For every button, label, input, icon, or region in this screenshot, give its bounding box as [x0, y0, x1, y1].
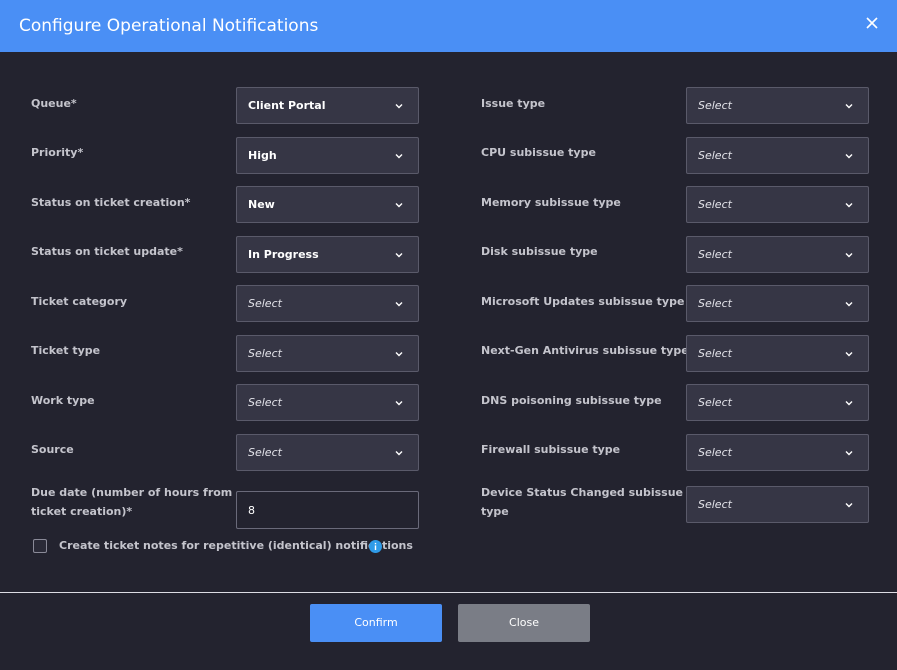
device-status-subissue-select[interactable]: Select	[686, 486, 869, 523]
status-creation-label: Status on ticket creation*	[31, 196, 191, 209]
dialog-header: Configure Operational Notifications	[0, 0, 897, 52]
footer-divider	[0, 592, 897, 593]
due-date-input[interactable]	[236, 491, 419, 529]
cpu-subissue-select[interactable]: Select	[686, 137, 869, 174]
repetitive-notes-checkbox[interactable]	[33, 539, 47, 553]
disk-subissue-select[interactable]: Select	[686, 236, 869, 273]
firewall-subissue-value: Select	[698, 446, 732, 459]
disk-subissue-label: Disk subissue type	[481, 245, 598, 258]
chevron-down-icon	[395, 203, 403, 208]
chevron-down-icon	[845, 104, 853, 109]
confirm-button[interactable]: Confirm	[310, 604, 442, 642]
queue-select[interactable]: Client Portal	[236, 87, 419, 124]
dns-poisoning-subissue-label: DNS poisoning subissue type	[481, 394, 662, 407]
ticket-type-select[interactable]: Select	[236, 335, 419, 372]
chevron-down-icon	[845, 451, 853, 456]
source-select[interactable]: Select	[236, 434, 419, 471]
device-status-subissue-value: Select	[698, 498, 732, 511]
device-status-label-line2: type	[481, 505, 509, 518]
ticket-type-label: Ticket type	[31, 344, 101, 357]
cpu-subissue-label: CPU subissue type	[481, 146, 596, 159]
chevron-down-icon	[395, 154, 403, 159]
due-date-label-line1: Due date (number of hours from	[31, 486, 233, 499]
chevron-down-icon	[395, 104, 403, 109]
chevron-down-icon	[845, 203, 853, 208]
source-label: Source	[31, 443, 74, 456]
work-type-value: Select	[248, 396, 282, 409]
priority-label: Priority*	[31, 146, 84, 159]
chevron-down-icon	[845, 503, 853, 508]
memory-subissue-label: Memory subissue type	[481, 196, 621, 209]
issue-type-label: Issue type	[481, 97, 546, 110]
work-type-select[interactable]: Select	[236, 384, 419, 421]
dns-poisoning-subissue-select[interactable]: Select	[686, 384, 869, 421]
queue-value: Client Portal	[248, 99, 326, 112]
chevron-down-icon	[845, 253, 853, 258]
chevron-down-icon	[845, 401, 853, 406]
info-icon[interactable]	[369, 540, 382, 553]
chevron-down-icon	[845, 154, 853, 159]
chevron-down-icon	[845, 352, 853, 357]
issue-type-select[interactable]: Select	[686, 87, 869, 124]
ticket-category-value: Select	[248, 297, 282, 310]
work-type-label: Work type	[31, 394, 95, 407]
priority-value: High	[248, 149, 277, 162]
firewall-subissue-label: Firewall subissue type	[481, 443, 621, 456]
status-creation-select[interactable]: New	[236, 186, 419, 223]
repetitive-notes-label: Create ticket notes for repetitive (iden…	[59, 539, 413, 552]
antivirus-subissue-value: Select	[698, 347, 732, 360]
memory-subissue-value: Select	[698, 198, 732, 211]
status-update-value: In Progress	[248, 248, 319, 261]
firewall-subissue-select[interactable]: Select	[686, 434, 869, 471]
configure-notifications-dialog: Configure Operational Notifications Queu…	[0, 0, 897, 670]
cpu-subissue-value: Select	[698, 149, 732, 162]
antivirus-subissue-label: Next-Gen Antivirus subissue type	[481, 344, 689, 357]
close-button[interactable]: Close	[458, 604, 590, 642]
device-status-label-line1: Device Status Changed subissue	[481, 486, 684, 499]
source-value: Select	[248, 446, 282, 459]
chevron-down-icon	[845, 302, 853, 307]
microsoft-updates-subissue-select[interactable]: Select	[686, 285, 869, 322]
chevron-down-icon	[395, 451, 403, 456]
chevron-down-icon	[395, 253, 403, 258]
dialog-title: Configure Operational Notifications	[19, 16, 319, 36]
dns-poisoning-subissue-value: Select	[698, 396, 732, 409]
antivirus-subissue-select[interactable]: Select	[686, 335, 869, 372]
chevron-down-icon	[395, 302, 403, 307]
microsoft-updates-subissue-label: Microsoft Updates subissue type	[481, 295, 685, 308]
due-date-label-line2: ticket creation)*	[31, 505, 133, 518]
ticket-category-label: Ticket category	[31, 295, 128, 308]
disk-subissue-value: Select	[698, 248, 732, 261]
close-icon[interactable]	[862, 13, 882, 33]
ticket-type-value: Select	[248, 347, 282, 360]
status-creation-value: New	[248, 198, 275, 211]
chevron-down-icon	[395, 352, 403, 357]
queue-label: Queue*	[31, 97, 77, 110]
microsoft-updates-subissue-value: Select	[698, 297, 732, 310]
chevron-down-icon	[395, 401, 403, 406]
ticket-category-select[interactable]: Select	[236, 285, 419, 322]
issue-type-value: Select	[698, 99, 732, 112]
memory-subissue-select[interactable]: Select	[686, 186, 869, 223]
status-update-label: Status on ticket update*	[31, 245, 183, 258]
status-update-select[interactable]: In Progress	[236, 236, 419, 273]
priority-select[interactable]: High	[236, 137, 419, 174]
